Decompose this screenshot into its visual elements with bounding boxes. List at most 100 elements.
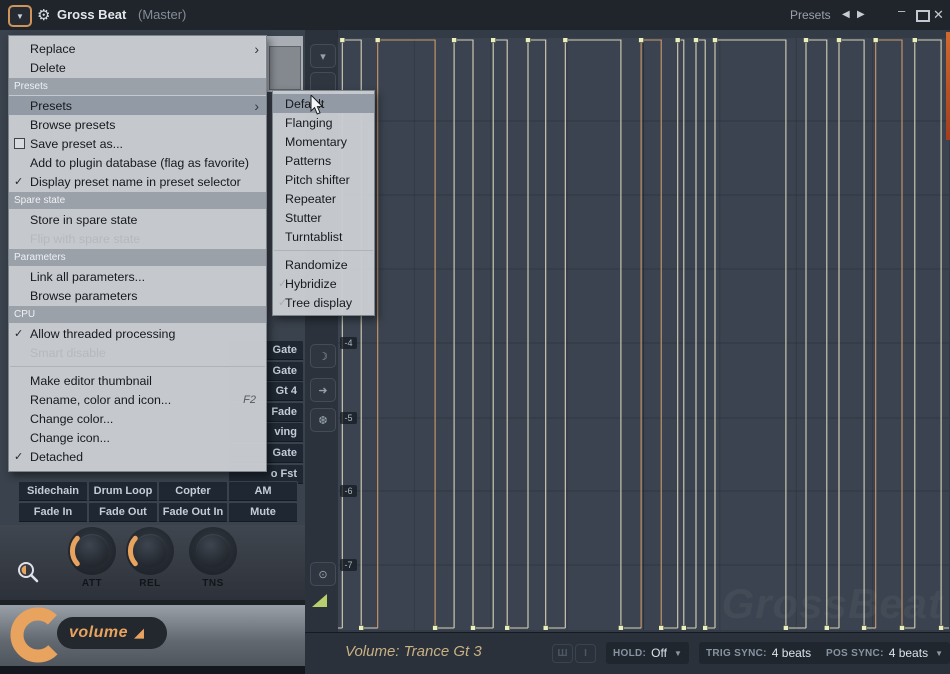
menu-item-store-in-spare-state[interactable]: Store in spare state bbox=[9, 210, 266, 229]
gate-handle[interactable] bbox=[471, 626, 476, 631]
menu-item-link-all-parameters[interactable]: Link all parameters... bbox=[9, 267, 266, 286]
gate-handle[interactable] bbox=[713, 38, 718, 43]
bars-mode-button[interactable]: Ш bbox=[552, 644, 573, 663]
mouse-cursor bbox=[310, 95, 326, 117]
gate-segment-2[interactable] bbox=[454, 40, 473, 628]
menu-item-display-preset-name-in-preset-selector[interactable]: ✓Display preset name in preset selector bbox=[9, 172, 266, 191]
submenu-item-pitch-shifter[interactable]: Pitch shifter bbox=[273, 170, 374, 189]
menu-item-browse-presets[interactable]: Browse presets bbox=[9, 115, 266, 134]
hold-label: HOLD: bbox=[613, 648, 646, 659]
knob-tns[interactable]: TNS bbox=[183, 527, 243, 589]
smooth-tool-icon[interactable]: ☽ bbox=[310, 344, 336, 368]
menu-item-presets[interactable]: Presets› bbox=[9, 96, 266, 115]
gate-handle[interactable] bbox=[543, 626, 548, 631]
menu-item-flip-with-spare-state[interactable]: Flip with spare state bbox=[9, 229, 266, 248]
menu-item-allow-threaded-processing[interactable]: ✓Allow threaded processing bbox=[9, 324, 266, 343]
arrow-right-icon[interactable]: ➜ bbox=[310, 378, 336, 402]
menu-item-rename-color-and-icon[interactable]: Rename, color and icon...F2 bbox=[9, 390, 266, 409]
gate-handle[interactable] bbox=[675, 38, 680, 43]
menu-item-save-preset-as[interactable]: Save preset as... bbox=[9, 134, 266, 153]
gate-handle[interactable] bbox=[681, 626, 686, 631]
gate-handle[interactable] bbox=[837, 38, 842, 43]
gate-segment-9[interactable] bbox=[715, 40, 786, 628]
gate-handle[interactable] bbox=[639, 38, 644, 43]
submenu-item-randomize[interactable]: Randomize bbox=[273, 255, 374, 274]
menu-item-browse-parameters[interactable]: Browse parameters bbox=[9, 286, 266, 305]
gate-handle[interactable] bbox=[873, 38, 878, 43]
gate-handle[interactable] bbox=[912, 38, 917, 43]
submenu-item-hybridize[interactable]: ✓Hybridize bbox=[273, 274, 374, 293]
gate-segment-6[interactable] bbox=[641, 40, 661, 628]
knob-rel[interactable]: REL bbox=[120, 527, 180, 589]
submenu-item-repeater[interactable]: Repeater bbox=[273, 189, 374, 208]
gate-graph[interactable]: GrossBeat -4-5-6-7 bbox=[337, 38, 949, 630]
submenu-item-momentary[interactable]: Momentary bbox=[273, 132, 374, 151]
gate-handle[interactable] bbox=[526, 38, 531, 43]
preset-slot-button-am[interactable]: AM bbox=[228, 481, 298, 501]
trig-sync-dropdown[interactable]: TRIG SYNC:4 beats▼ bbox=[699, 642, 833, 664]
gate-handle[interactable] bbox=[491, 38, 496, 43]
plugin-menu-button[interactable]: ▼ bbox=[8, 5, 32, 27]
gate-segment-12[interactable] bbox=[876, 40, 902, 628]
preset-slot-button-sidechain[interactable]: Sidechain bbox=[18, 481, 88, 501]
minimize-button[interactable]: – bbox=[898, 3, 905, 18]
gate-handle[interactable] bbox=[703, 626, 708, 631]
menu-item-replace[interactable]: Replace› bbox=[9, 39, 266, 58]
close-button[interactable]: ✕ bbox=[933, 7, 944, 23]
gate-segment-7[interactable] bbox=[678, 40, 684, 628]
freeze-icon[interactable]: ❆ bbox=[310, 408, 336, 432]
submenu-item-patterns[interactable]: Patterns bbox=[273, 151, 374, 170]
gate-handle[interactable] bbox=[433, 626, 438, 631]
caret-down-icon[interactable]: ▾ bbox=[310, 44, 336, 68]
preset-slot-button-fade-out[interactable]: Fade Out bbox=[88, 502, 158, 522]
submenu-item-tree-display[interactable]: ✓Tree display bbox=[273, 293, 374, 312]
zoom-icon[interactable] bbox=[16, 560, 42, 586]
gate-handle[interactable] bbox=[452, 38, 457, 43]
gate-segment-13[interactable] bbox=[915, 40, 941, 628]
submenu-item-turntablist[interactable]: Turntablist bbox=[273, 227, 374, 246]
gate-segment-5[interactable] bbox=[565, 40, 621, 628]
gate-handle[interactable] bbox=[563, 38, 568, 43]
gate-segment-8[interactable] bbox=[696, 40, 705, 628]
gate-handle[interactable] bbox=[804, 38, 809, 43]
preset-slot-button-drum-loop[interactable]: Drum Loop bbox=[88, 481, 158, 501]
preset-slot-button-fade-out-in[interactable]: Fade Out In bbox=[158, 502, 228, 522]
panel-fragment bbox=[265, 36, 303, 92]
menu-item-smart-disable[interactable]: Smart disable bbox=[9, 343, 266, 362]
menu-item-detached[interactable]: ✓Detached bbox=[9, 447, 266, 466]
preset-prev-button[interactable]: ◀ bbox=[842, 9, 850, 20]
menu-item-change-icon[interactable]: Change icon... bbox=[9, 428, 266, 447]
corner-handle-icon[interactable] bbox=[312, 594, 327, 607]
volume-mode-pill[interactable]: volume ◢ bbox=[57, 617, 167, 649]
gear-icon[interactable]: ⚙ bbox=[37, 6, 50, 24]
knob-att[interactable]: ATT bbox=[62, 527, 122, 589]
pos-sync-dropdown[interactable]: POS SYNC:4 beats▼ bbox=[819, 642, 950, 664]
gate-handle[interactable] bbox=[618, 626, 623, 631]
submenu-item-stutter[interactable]: Stutter bbox=[273, 208, 374, 227]
preset-slot-button-copter[interactable]: Copter bbox=[158, 481, 228, 501]
menu-item-delete[interactable]: Delete bbox=[9, 58, 266, 77]
gate-handle[interactable] bbox=[694, 38, 699, 43]
snapshot-icon[interactable]: ⊙ bbox=[310, 562, 336, 586]
knob-body bbox=[189, 527, 237, 575]
line-mode-button[interactable]: Ι bbox=[575, 644, 596, 663]
preset-slot-button-mute[interactable]: Mute bbox=[228, 502, 298, 522]
gate-handle[interactable] bbox=[505, 626, 510, 631]
menu-item-add-to-plugin-database-flag-as-favorite[interactable]: Add to plugin database (flag as favorite… bbox=[9, 153, 266, 172]
menu-item-label: Rename, color and icon... bbox=[30, 393, 171, 407]
gate-segment-4[interactable] bbox=[528, 40, 546, 628]
gate-handle[interactable] bbox=[659, 626, 664, 631]
menu-item-change-color[interactable]: Change color... bbox=[9, 409, 266, 428]
hold-dropdown[interactable]: HOLD:Off▼ bbox=[606, 642, 689, 664]
gate-segment-3[interactable] bbox=[493, 40, 507, 628]
gate-segment-1[interactable] bbox=[378, 40, 435, 628]
gate-handle[interactable] bbox=[359, 626, 364, 631]
maximize-button[interactable] bbox=[916, 10, 930, 22]
menu-item-make-editor-thumbnail[interactable]: Make editor thumbnail bbox=[9, 371, 266, 390]
gate-segment-11[interactable] bbox=[839, 40, 864, 628]
gate-handle[interactable] bbox=[375, 38, 380, 43]
gate-handle[interactable] bbox=[340, 38, 345, 43]
preset-slot-button-fade-in[interactable]: Fade In bbox=[18, 502, 88, 522]
preset-next-button[interactable]: ▶ bbox=[857, 9, 865, 20]
gate-segment-10[interactable] bbox=[806, 40, 827, 628]
